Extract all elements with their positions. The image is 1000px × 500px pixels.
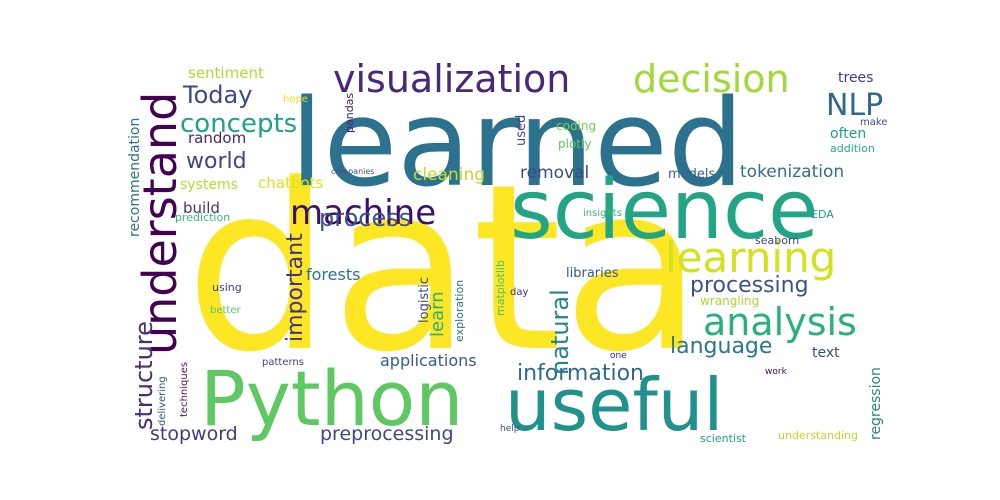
cloud-word-decision: decision (633, 57, 790, 101)
cloud-word-companies: companies (331, 167, 374, 176)
cloud-word-coding: coding (556, 119, 596, 133)
cloud-word-visualization: visualization (333, 57, 570, 101)
cloud-word-make: make (860, 117, 887, 128)
cloud-word-forests: forests (306, 265, 360, 284)
cloud-word-trees: trees (838, 70, 873, 86)
cloud-word-using: using (212, 281, 242, 294)
cloud-word-eda: EDA (811, 208, 834, 221)
cloud-word-one: one (610, 351, 627, 361)
cloud-word-preprocessing: preprocessing (320, 423, 454, 445)
cloud-word-text: text (812, 345, 840, 361)
cloud-word-help: help (500, 424, 520, 434)
cloud-word-delivering: delivering (157, 376, 168, 426)
cloud-word-techniques: techniques (179, 362, 190, 417)
cloud-word-better: better (210, 305, 241, 316)
cloud-word-scientist: scientist (700, 432, 747, 445)
cloud-word-hope: hope (283, 94, 308, 105)
cloud-word-cleaning: cleaning (413, 165, 485, 185)
cloud-word-insights: insights (583, 208, 622, 219)
cloud-word-random: random (188, 129, 246, 147)
cloud-word-work: work (765, 367, 788, 377)
cloud-word-systems: systems (180, 177, 238, 193)
cloud-word-often: often (830, 126, 866, 142)
cloud-word-recommendation: recommendation (127, 118, 143, 237)
word-cloud: datalearnedsciencePython usefulunderstand… (0, 0, 1000, 500)
cloud-word-applications: applications (380, 351, 477, 370)
cloud-word-regression: regression (868, 367, 884, 440)
cloud-word-used: used (514, 115, 529, 146)
cloud-word-addition: addition (830, 142, 875, 155)
cloud-word-information: information (517, 361, 644, 386)
cloud-word-exploration: exploration (453, 280, 466, 342)
cloud-word-seaborn: seaborn (755, 234, 799, 247)
cloud-word-matplotlib: matplotlib (494, 260, 507, 316)
cloud-word-wrangling: wrangling (700, 294, 759, 308)
cloud-word-patterns: patterns (262, 357, 304, 368)
cloud-word-language: language (670, 334, 772, 359)
cloud-word-world: world (186, 149, 247, 174)
cloud-word-day: day (510, 287, 528, 298)
cloud-word-libraries: libraries (566, 266, 619, 281)
cloud-word-models: models (668, 167, 715, 182)
cloud-word-chatbots: chatbots (258, 174, 323, 192)
cloud-word-removal: removal (520, 163, 589, 183)
cloud-word-pandas: pandas (343, 93, 356, 133)
cloud-word-important: important (283, 233, 308, 342)
cloud-word-understanding: understanding (778, 429, 858, 442)
cloud-word-sentiment: sentiment (188, 64, 264, 82)
cloud-word-process: process (319, 204, 411, 232)
cloud-word-prediction: prediction (175, 211, 230, 224)
cloud-word-today: Today (182, 81, 252, 109)
cloud-word-tokenization: tokenization (740, 162, 844, 182)
cloud-word-plotly: plotly (558, 137, 591, 151)
cloud-word-structure: structure (130, 321, 158, 430)
cloud-word-logistic: logistic (417, 277, 432, 323)
